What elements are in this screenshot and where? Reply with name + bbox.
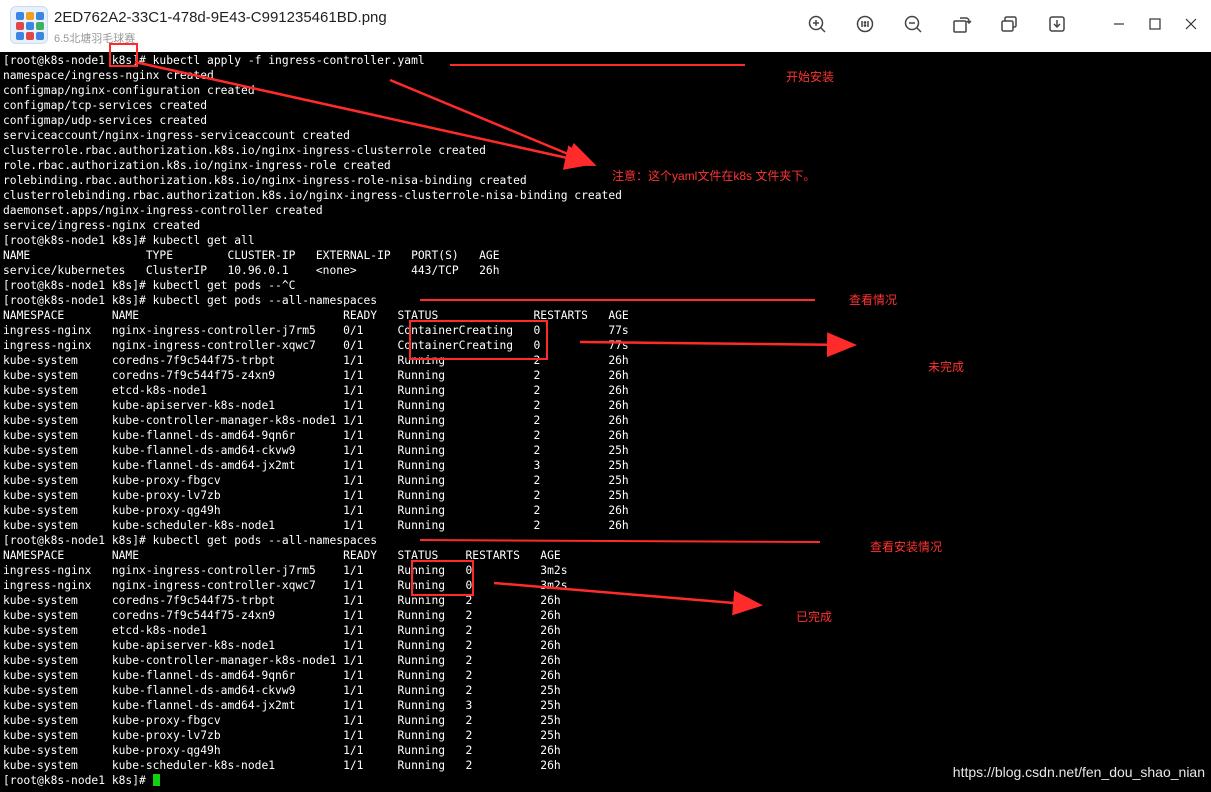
terminal-line: ingress-nginx nginx-ingress-controller-j… xyxy=(3,324,629,337)
terminal-line: service/kubernetes ClusterIP 10.96.0.1 <… xyxy=(3,264,500,277)
note-view-status: 查看情况 xyxy=(849,293,898,307)
terminal-line: kube-system kube-flannel-ds-amd64-jx2mt … xyxy=(3,459,629,472)
terminal-screenshot: [root@k8s-node1 k8s]# kubectl apply -f i… xyxy=(0,52,1211,792)
copy-icon[interactable] xyxy=(998,13,1020,35)
terminal-line: [root@k8s-node1 k8s]# xyxy=(3,773,160,788)
terminal-line: kube-system kube-proxy-qg49h 1/1 Running… xyxy=(3,744,561,757)
terminal-line: kube-system coredns-7f9c544f75-trbpt 1/1… xyxy=(3,594,561,607)
terminal-line: ingress-nginx nginx-ingress-controller-x… xyxy=(3,579,568,592)
terminal-line: kube-system kube-controller-manager-k8s-… xyxy=(3,414,629,427)
rotate-icon[interactable] xyxy=(950,13,972,35)
terminal-line: kube-system kube-flannel-ds-amd64-ckvw9 … xyxy=(3,684,561,697)
terminal-cursor xyxy=(152,774,160,786)
terminal-line: namespace/ingress-nginx created xyxy=(3,69,214,82)
terminal-line: [root@k8s-node1 k8s]# kubectl get pods -… xyxy=(3,534,378,547)
actual-size-icon[interactable] xyxy=(854,13,876,35)
terminal-line: kube-system kube-proxy-fbgcv 1/1 Running… xyxy=(3,474,629,487)
app-logo-icon xyxy=(10,6,48,44)
terminal-line: NAMESPACE NAME READY STATUS RESTARTS AGE xyxy=(3,549,561,562)
terminal-line: serviceaccount/nginx-ingress-serviceacco… xyxy=(3,129,350,142)
note-complete: 已完成 xyxy=(796,610,833,624)
terminal-line: role.rbac.authorization.k8s.io/nginx-ing… xyxy=(3,159,391,172)
terminal-line: NAMESPACE NAME READY STATUS RESTARTS AGE xyxy=(3,309,629,322)
window-title: 2ED762A2-33C1-478d-9E43-C991235461BD.png xyxy=(54,9,387,26)
terminal-line: clusterrolebinding.rbac.authorization.k8… xyxy=(3,189,622,202)
terminal-line: daemonset.apps/nginx-ingress-controller … xyxy=(3,204,323,217)
minimize-icon[interactable] xyxy=(1108,13,1130,35)
terminal-line: [root@k8s-node1 k8s]# kubectl apply -f i… xyxy=(3,54,425,67)
terminal-line: kube-system etcd-k8s-node1 1/1 Running 2… xyxy=(3,624,561,637)
terminal-line: kube-system etcd-k8s-node1 1/1 Running 2… xyxy=(3,384,629,397)
terminal-line: kube-system kube-flannel-ds-amd64-jx2mt … xyxy=(3,699,561,712)
note-not-complete: 未完成 xyxy=(928,360,965,374)
note-view-install-status: 查看安装情况 xyxy=(870,540,943,554)
close-icon[interactable] xyxy=(1180,13,1202,35)
note-yaml-location: 注意：这个yaml文件在k8s 文件夹下。 xyxy=(612,169,816,183)
terminal-line: kube-system kube-flannel-ds-amd64-9qn6r … xyxy=(3,429,629,442)
terminal-line: configmap/udp-services created xyxy=(3,114,208,127)
terminal-line: service/ingress-nginx created xyxy=(3,219,201,232)
terminal-line: kube-system kube-proxy-fbgcv 1/1 Running… xyxy=(3,714,561,727)
terminal-line: kube-system kube-scheduler-k8s-node1 1/1… xyxy=(3,519,629,532)
terminal-line: [root@k8s-node1 k8s]# kubectl get pods -… xyxy=(3,279,296,292)
note-start-install: 开始安装 xyxy=(786,70,835,84)
terminal-line: kube-system kube-proxy-lv7zb 1/1 Running… xyxy=(3,729,561,742)
terminal-line: ingress-nginx nginx-ingress-controller-j… xyxy=(3,564,568,577)
terminal-line: kube-system kube-scheduler-k8s-node1 1/1… xyxy=(3,759,561,772)
terminal-line: [root@k8s-node1 k8s]# kubectl get all xyxy=(3,234,255,247)
terminal-line: kube-system kube-apiserver-k8s-node1 1/1… xyxy=(3,399,629,412)
terminal-line: configmap/tcp-services created xyxy=(3,99,208,112)
terminal-line: kube-system kube-flannel-ds-amd64-9qn6r … xyxy=(3,669,561,682)
terminal-line: kube-system kube-proxy-lv7zb 1/1 Running… xyxy=(3,489,629,502)
terminal-line: kube-system coredns-7f9c544f75-trbpt 1/1… xyxy=(3,354,629,367)
terminal-line: kube-system kube-apiserver-k8s-node1 1/1… xyxy=(3,639,561,652)
terminal-line: NAME TYPE CLUSTER-IP EXTERNAL-IP PORT(S)… xyxy=(3,249,500,262)
terminal-line: kube-system kube-flannel-ds-amd64-ckvw9 … xyxy=(3,444,629,457)
zoom-out-icon[interactable] xyxy=(902,13,924,35)
maximize-icon[interactable] xyxy=(1144,13,1166,35)
terminal-line: [root@k8s-node1 k8s]# kubectl get pods -… xyxy=(3,294,378,307)
download-icon[interactable] xyxy=(1046,13,1068,35)
terminal-line: kube-system coredns-7f9c544f75-z4xn9 1/1… xyxy=(3,369,629,382)
terminal-line: rolebinding.rbac.authorization.k8s.io/ng… xyxy=(3,174,527,187)
terminal-line: kube-system coredns-7f9c544f75-z4xn9 1/1… xyxy=(3,609,561,622)
window-subtitle: 6.5北塘羽毛球赛 xyxy=(54,33,136,45)
zoom-in-icon[interactable] xyxy=(806,13,828,35)
watermark: https://blog.csdn.net/fen_dou_shao_nian xyxy=(952,764,1205,780)
title-bar: 2ED762A2-33C1-478d-9E43-C991235461BD.png… xyxy=(0,0,1211,52)
terminal-line: kube-system kube-controller-manager-k8s-… xyxy=(3,654,561,667)
terminal-line: ingress-nginx nginx-ingress-controller-x… xyxy=(3,339,629,352)
terminal-line: clusterrole.rbac.authorization.k8s.io/ng… xyxy=(3,144,486,157)
terminal-line: configmap/nginx-configuration created xyxy=(3,84,255,97)
terminal-line: kube-system kube-proxy-qg49h 1/1 Running… xyxy=(3,504,629,517)
